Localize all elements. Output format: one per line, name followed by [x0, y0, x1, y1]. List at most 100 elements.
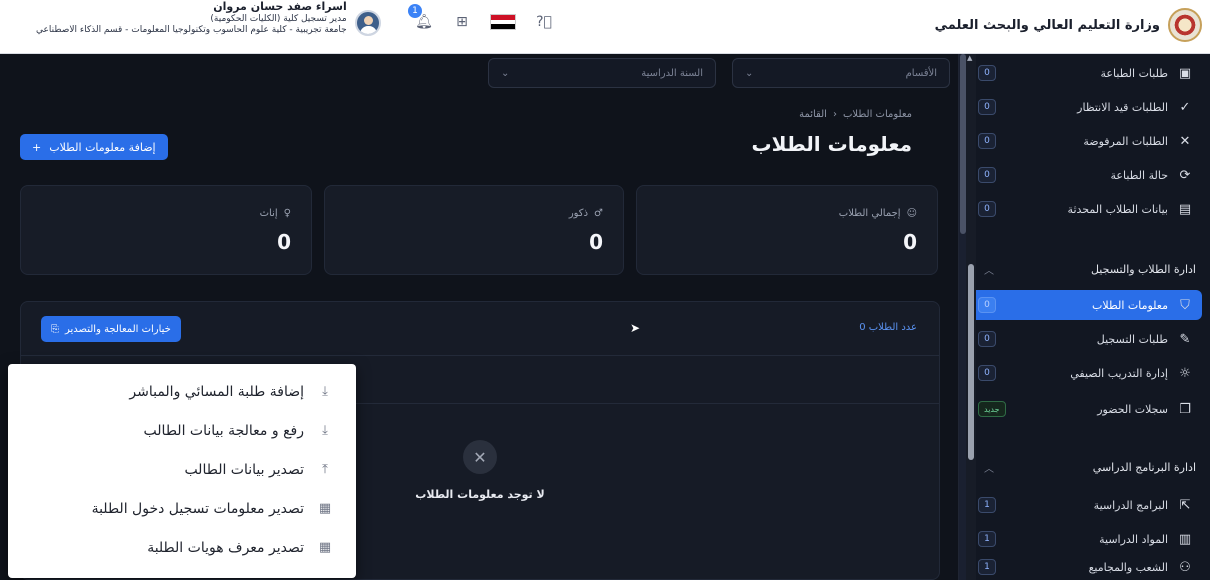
apps-grid-icon[interactable]: ⊞ — [452, 12, 472, 32]
sidebar-item-programs[interactable]: ⇱ البرامج الدراسية 1 — [970, 490, 1202, 520]
menu-item-label: رفع و معالجة بيانات الطالب — [143, 422, 304, 439]
mouse-cursor-icon: ➤ — [630, 321, 641, 335]
add-student-info-button[interactable]: إضافة معلومات الطلاب + — [20, 134, 168, 160]
brand-title: وزارة التعليم العالي والبحث العلمي — [934, 17, 1160, 33]
sidebar-item-courses[interactable]: ▥ المواد الدراسية 1 — [970, 524, 1202, 554]
sidebar-item-label: سجلات الحضور — [1097, 402, 1168, 416]
menu-item-export-student-data[interactable]: ⤒ تصدير بيانات الطالب — [8, 450, 356, 489]
user-profile[interactable]: اسراء صفد حسان مروان مدير تسجيل كلية (ال… — [36, 0, 381, 36]
new-badge: جديد — [978, 401, 1006, 417]
menu-item-label: إضافة طلبة المسائي والمباشر — [129, 383, 304, 400]
department-select[interactable]: الأقسام ⌄ — [732, 58, 950, 88]
check-icon: ✓ — [1179, 99, 1191, 115]
ministry-logo — [1168, 8, 1202, 42]
count-badge: 0 — [978, 331, 996, 347]
empty-state-text: لا توجد معلومات الطلاب — [415, 488, 545, 501]
user-info: اسراء صفد حسان مروان مدير تسجيل كلية (ال… — [36, 0, 347, 36]
chevron-up-icon: ︿ — [984, 265, 994, 277]
card-header: عدد الطلاب 0 خيارات المعالجة والتصدير ⎘ — [21, 302, 939, 356]
stat-card-total: ☺ إجمالي الطلاب 0 — [636, 185, 938, 275]
sidebar-item-label: معلومات الطلاب — [1092, 298, 1168, 312]
count-badge: 1 — [978, 559, 996, 575]
count-badge: 1 — [978, 497, 996, 513]
sidebar-item-label: المواد الدراسية — [1099, 532, 1168, 546]
plus-icon: + — [32, 140, 42, 154]
menu-item-export-login-info[interactable]: ▦ تصدير معلومات تسجيل دخول الطلبة — [8, 489, 356, 528]
process-export-button[interactable]: خيارات المعالجة والتصدير ⎘ — [41, 316, 181, 342]
count-badge: 0 — [978, 99, 996, 115]
tree-icon: ⚇ — [1179, 559, 1191, 575]
section-title: ادارة الطلاب والتسجيل — [1090, 262, 1196, 276]
sidebar-item-label: البرامج الدراسية — [1093, 498, 1168, 512]
qr-icon: ▦ — [318, 540, 332, 555]
stat-value: 0 — [277, 230, 291, 254]
section-title: ادارة البرنامج الدراسي — [1092, 460, 1196, 474]
sidebar-item-student-info[interactable]: ⛉ معلومات الطلاب 0 — [970, 290, 1202, 320]
sidebar-item-label: حالة الطباعة — [1110, 168, 1168, 182]
x-icon: ✕ — [1179, 133, 1191, 149]
sidebar-section-program[interactable]: ادارة البرنامج الدراسي ︿ — [970, 454, 1202, 480]
sidebar-item-summer-training[interactable]: ☼ إدارة التدريب الصيفي 0 — [970, 358, 1202, 388]
sidebar-item-label: طلبات التسجيل — [1096, 332, 1168, 346]
sidebar-item-print-status[interactable]: ⟳ حالة الطباعة 0 — [970, 160, 1202, 190]
stat-label-text: إناث — [259, 208, 278, 219]
sidebar-item-rejected-requests[interactable]: ✕ الطلبات المرفوضة 0 — [970, 126, 1202, 156]
sidebar-section-students[interactable]: ادارة الطلاب والتسجيل ︿ — [970, 256, 1202, 282]
sidebar-item-label: طلبات الطباعة — [1100, 66, 1168, 80]
users-icon: ☺ — [906, 208, 917, 219]
menu-item-export-id-cards[interactable]: ▦ تصدير معرف هويات الطلبة — [8, 528, 356, 567]
clipboard-icon: ❐ — [1179, 401, 1191, 417]
chevron-down-icon: ⌄ — [501, 67, 510, 79]
filters: السنة الدراسية ⌄ الأقسام ⌄ — [488, 58, 950, 88]
top-header: وزارة التعليم العالي والبحث العلمي 🔔︎ 1 ⊞… — [0, 0, 1210, 54]
avatar[interactable] — [354, 10, 381, 36]
user-role: مدير تسجيل كلية (الكليات الحكومية) — [210, 13, 347, 24]
stat-value: 0 — [589, 230, 603, 254]
chevron-left-icon: ‹ — [832, 109, 837, 120]
count-badge: 0 — [978, 167, 996, 183]
books-icon: ▥ — [1178, 531, 1192, 547]
language-flag-icon[interactable] — [490, 14, 516, 30]
academic-year-select[interactable]: السنة الدراسية ⌄ — [488, 58, 716, 88]
menu-item-upload-student-data[interactable]: ⤓ رفع و معالجة بيانات الطالب — [8, 411, 356, 450]
sidebar-item-pending-requests[interactable]: ✓ الطلبات قيد الانتظار 0 — [970, 92, 1202, 122]
sidebar-item-registration-requests[interactable]: ✎ طلبات التسجيل 0 — [970, 324, 1202, 354]
help-icon[interactable]: ?⃝ — [534, 12, 554, 32]
chevron-down-icon: ⌄ — [745, 67, 754, 79]
sidebar-item-print-requests[interactable]: ▣ طلبات الطباعة 0 — [970, 58, 1202, 88]
id-card-icon: ▣ — [1178, 65, 1192, 81]
count-badge: 0 — [978, 365, 996, 381]
stat-label-text: ذكور — [568, 208, 589, 219]
button-label: خيارات المعالجة والتصدير — [65, 323, 171, 335]
count-badge: 0 — [978, 133, 996, 149]
select-placeholder: السنة الدراسية — [641, 67, 703, 79]
chevron-up-icon: ︿ — [984, 463, 994, 475]
menu-item-label: تصدير بيانات الطالب — [184, 461, 304, 478]
stat-card-female: ♀ إناث 0 — [20, 185, 312, 275]
stat-label-text: إجمالي الطلاب — [838, 208, 901, 219]
download-icon: ⤓ — [322, 384, 328, 399]
process-export-menu: ⤓ إضافة طلبة المسائي والمباشر ⤓ رفع و مع… — [8, 364, 356, 578]
sidebar-item-attendance[interactable]: ❐ سجلات الحضور جديد — [970, 394, 1202, 424]
file-icon: ▤ — [1178, 201, 1192, 217]
main-scrollbar[interactable] — [966, 54, 976, 580]
stat-value: 0 — [903, 230, 917, 254]
sidebar-item-updated-students[interactable]: ▤ بيانات الطلاب المحدثة 0 — [970, 194, 1202, 224]
sidebar-item-label: بيانات الطلاب المحدثة — [1067, 202, 1168, 216]
brand[interactable]: وزارة التعليم العالي والبحث العلمي — [935, 8, 1202, 42]
sidebar-item-label: إدارة التدريب الصيفي — [1070, 366, 1168, 380]
download-icon: ⤓ — [322, 423, 328, 438]
male-icon: ♂ — [594, 208, 603, 219]
header-icons: 🔔︎ 1 ⊞ ?⃝ — [408, 4, 554, 32]
refresh-icon: ⟳ — [1179, 167, 1191, 183]
sidebar-item-label: الشعب والمجاميع — [1088, 560, 1168, 574]
bell-icon[interactable]: 🔔︎ 1 — [408, 4, 434, 32]
menu-item-label: تصدير معرف هويات الطلبة — [147, 539, 304, 556]
select-placeholder: الأقسام — [905, 67, 937, 79]
program-icon: ⇱ — [1179, 497, 1191, 513]
clipboard-icon: ⎘ — [51, 323, 59, 335]
sidebar-item-sections[interactable]: ⚇ الشعب والمجاميع 1 — [970, 554, 1202, 580]
close-circle-icon: ✕ — [463, 440, 497, 474]
menu-item-add-evening-students[interactable]: ⤓ إضافة طلبة المسائي والمباشر — [8, 372, 356, 411]
breadcrumb-home[interactable]: القائمة — [799, 109, 827, 120]
